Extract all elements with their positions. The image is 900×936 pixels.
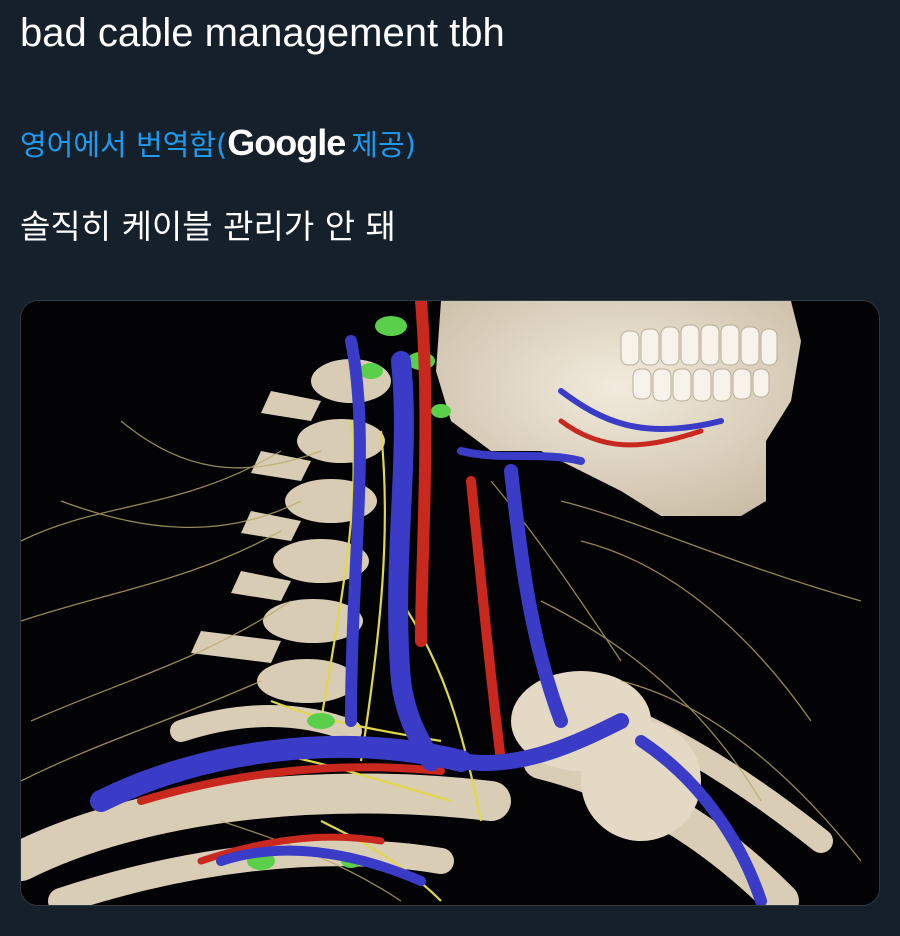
anatomy-neck-image	[21, 301, 879, 905]
tweet-text: bad cable management tbh	[20, 11, 505, 55]
translation-suffix: 제공)	[351, 128, 416, 162]
tweet-media-image[interactable]	[20, 300, 880, 906]
translation-prefix: 영어에서 번역함(	[20, 128, 228, 162]
translation-link[interactable]: 영어에서 번역함( Google 제공)	[20, 118, 416, 168]
translated-text: 솔직히 케이블 관리가 안 돼	[20, 207, 396, 246]
google-logo: Google	[227, 122, 346, 163]
